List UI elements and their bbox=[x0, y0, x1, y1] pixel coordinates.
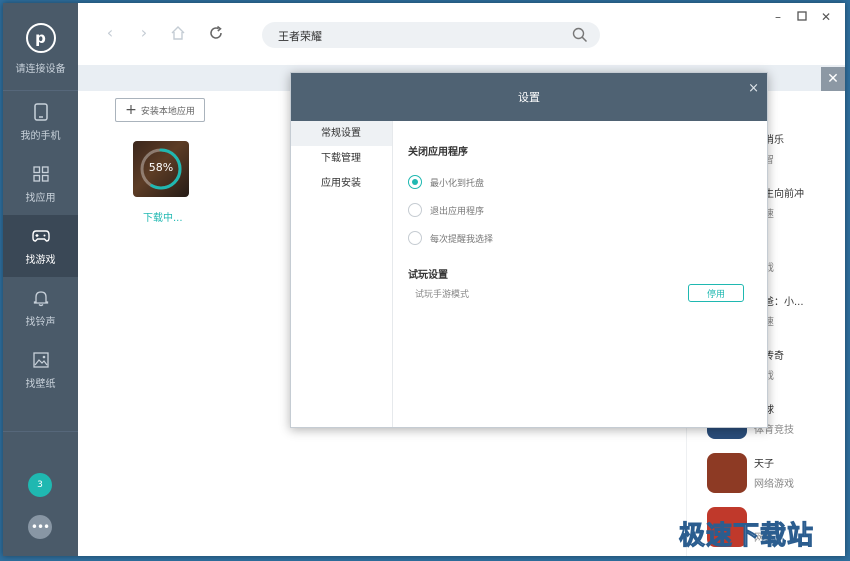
bell-icon bbox=[32, 289, 50, 307]
image-icon bbox=[32, 351, 50, 369]
install-local-app-button[interactable]: + 安装本地应用 bbox=[115, 98, 205, 122]
tab-download-management[interactable]: 下载管理 bbox=[291, 146, 392, 171]
option-minimize-tray[interactable]: 最小化到托盘 bbox=[408, 174, 484, 190]
radio-ask-each-time[interactable] bbox=[408, 231, 422, 245]
minimize-icon[interactable]: – bbox=[772, 11, 784, 23]
option-label: 退出应用程序 bbox=[430, 206, 485, 217]
trial-mode-label: 试玩手游模式 bbox=[415, 290, 470, 300]
home-icon[interactable] bbox=[170, 25, 186, 41]
option-ask-each-time[interactable]: 每次提醒我选择 bbox=[408, 230, 493, 246]
maximize-icon[interactable] bbox=[796, 11, 808, 23]
radio-exit-app[interactable] bbox=[408, 203, 422, 217]
sidebar-divider bbox=[3, 431, 78, 432]
sidebar-item-find-ringtones[interactable]: 找铃声 bbox=[3, 277, 78, 339]
sidebar: p 请连接设备 我的手机 找应用 找游戏 找铃声 找壁纸 3 ••• bbox=[3, 3, 78, 556]
search-box[interactable]: 王者荣耀 bbox=[262, 22, 600, 48]
app-name: 天子 bbox=[754, 459, 774, 470]
settings-body: 关闭应用程序 最小化到托盘 退出应用程序 每次提醒我选择 试玩设置 试玩手游模式… bbox=[408, 121, 758, 421]
download-percent: 58% bbox=[148, 161, 174, 174]
window-close-icon[interactable]: ✕ bbox=[820, 11, 832, 23]
sidebar-item-label: 我的手机 bbox=[20, 130, 61, 142]
downloading-app-tile[interactable]: 58% bbox=[133, 141, 189, 197]
more-button[interactable]: ••• bbox=[28, 515, 52, 539]
close-app-section-title: 关闭应用程序 bbox=[408, 147, 468, 158]
app-category: 网络游戏 bbox=[754, 479, 794, 490]
sidebar-item-find-games[interactable]: 找游戏 bbox=[3, 215, 78, 277]
plus-icon: + bbox=[125, 102, 137, 118]
dialog-close-icon[interactable]: × bbox=[748, 81, 759, 96]
list-item[interactable]: 天子 网络游戏 bbox=[687, 445, 846, 499]
connect-device-label: 请连接设备 bbox=[15, 64, 66, 75]
back-arrow-icon[interactable]: ‹ bbox=[102, 25, 118, 41]
sidebar-item-label: 找应用 bbox=[25, 192, 56, 204]
forward-arrow-icon[interactable]: › bbox=[136, 25, 152, 41]
logo-icon: p bbox=[25, 23, 56, 53]
search-input[interactable]: 王者荣耀 bbox=[278, 28, 322, 44]
sidebar-item-label: 找壁纸 bbox=[25, 378, 56, 390]
settings-dialog-header: 设置 × bbox=[291, 73, 767, 121]
gamepad-icon bbox=[31, 227, 50, 245]
download-status: 下载中... bbox=[143, 213, 183, 224]
apps-grid-icon bbox=[32, 165, 50, 183]
app-window: p 请连接设备 我的手机 找应用 找游戏 找铃声 找壁纸 3 ••• ‹ › 王… bbox=[3, 3, 845, 556]
stop-trial-button[interactable]: 停用 bbox=[688, 284, 744, 302]
option-label: 最小化到托盘 bbox=[430, 178, 485, 189]
radio-minimize-tray[interactable] bbox=[408, 175, 422, 189]
sidebar-item-label: 找游戏 bbox=[25, 254, 56, 266]
install-local-app-label: 安装本地应用 bbox=[140, 106, 195, 117]
settings-tabs: 常规设置 下载管理 应用安装 bbox=[291, 121, 393, 427]
panel-close-icon[interactable]: ✕ bbox=[821, 67, 845, 91]
tab-app-install[interactable]: 应用安装 bbox=[291, 171, 392, 196]
option-label: 每次提醒我选择 bbox=[430, 234, 494, 245]
message-badge[interactable]: 3 bbox=[28, 473, 52, 497]
sidebar-item-label: 找铃声 bbox=[25, 316, 56, 328]
phone-icon bbox=[32, 102, 50, 121]
sidebar-item-my-phone[interactable]: 我的手机 bbox=[3, 91, 78, 153]
tab-general[interactable]: 常规设置 bbox=[291, 121, 392, 146]
sidebar-item-find-wallpapers[interactable]: 找壁纸 bbox=[3, 339, 78, 401]
option-exit-app[interactable]: 退出应用程序 bbox=[408, 202, 484, 218]
top-toolbar: ‹ › 王者荣耀 – ✕ bbox=[78, 3, 845, 65]
connect-device-block[interactable]: p 请连接设备 bbox=[3, 3, 78, 91]
settings-dialog-title: 设置 bbox=[518, 91, 540, 104]
search-icon[interactable] bbox=[572, 27, 588, 43]
watermark-text: 极速下载站 bbox=[678, 521, 815, 552]
refresh-icon[interactable] bbox=[208, 25, 224, 41]
settings-dialog: 设置 × 常规设置 下载管理 应用安装 关闭应用程序 最小化到托盘 退出应用程序… bbox=[290, 72, 768, 428]
sidebar-item-find-apps[interactable]: 找应用 bbox=[3, 153, 78, 215]
app-icon bbox=[707, 453, 747, 493]
trial-section-title: 试玩设置 bbox=[408, 270, 448, 281]
